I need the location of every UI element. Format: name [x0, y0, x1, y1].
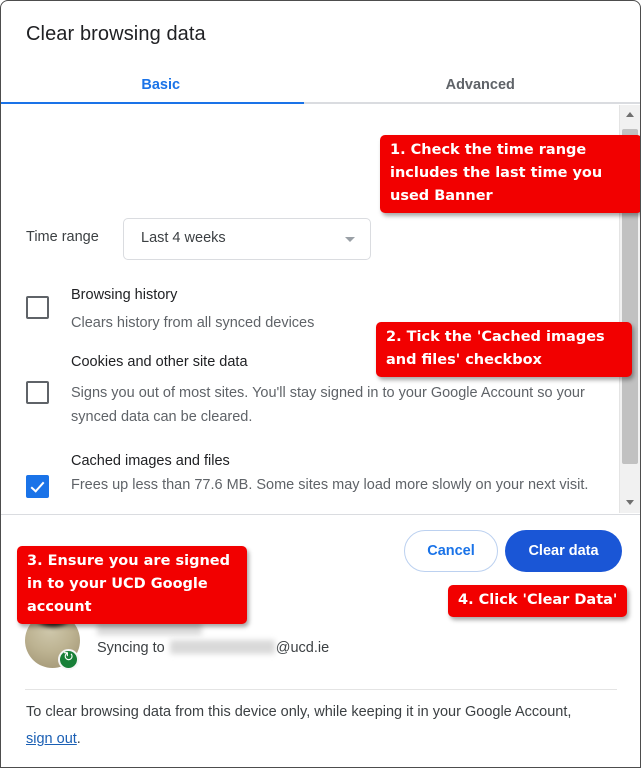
checkbox-cookies[interactable] — [26, 381, 49, 404]
option-title-cookies: Cookies and other site data — [71, 354, 248, 370]
triangle-down-icon — [626, 500, 634, 505]
annotation-1: 1. Check the time range includes the las… — [380, 135, 640, 213]
sign-out-link[interactable]: sign out — [26, 731, 77, 747]
option-desc-cookies: Signs you out of most sites. You'll stay… — [71, 385, 585, 425]
tab-underline — [1, 102, 640, 104]
scroll-down-arrow-icon[interactable] — [620, 493, 640, 513]
sync-status-text: Syncing to @ucd.ie — [97, 640, 329, 656]
footer-text-after: . — [76, 731, 81, 747]
sync-status-icon — [58, 649, 79, 670]
chevron-down-icon — [345, 237, 355, 242]
dialog-title: Clear browsing data — [26, 23, 206, 45]
tab-advanced[interactable]: Advanced — [321, 65, 641, 104]
annotation-3: 3. Ensure you are signed in to your UCD … — [17, 546, 247, 624]
account-email-domain: @ucd.ie — [275, 640, 330, 656]
time-range-value: Last 4 weeks — [141, 230, 226, 246]
annotation-2: 2. Tick the 'Cached images and files' ch… — [376, 322, 632, 377]
checkbox-browsing-history[interactable] — [26, 296, 49, 319]
time-range-select[interactable]: Last 4 weeks — [123, 218, 371, 260]
footer-text-before: To clear browsing data from this device … — [26, 704, 572, 720]
clear-data-button[interactable]: Clear data — [505, 530, 622, 572]
sync-prefix-text: Syncing to — [97, 640, 169, 656]
scroll-up-arrow-icon[interactable] — [620, 105, 640, 125]
option-desc-cached-images: Frees up less than 77.6 MB. Some sites m… — [71, 477, 589, 493]
tab-basic[interactable]: Basic — [1, 65, 321, 104]
triangle-up-icon — [626, 112, 634, 117]
time-range-label: Time range — [26, 229, 99, 245]
cancel-button[interactable]: Cancel — [404, 530, 498, 572]
option-title-cached-images: Cached images and files — [71, 453, 230, 469]
clear-browsing-data-dialog: Clear browsing data Basic Advanced Time … — [0, 0, 641, 768]
tab-active-indicator — [1, 102, 304, 104]
tab-bar: Basic Advanced — [1, 65, 640, 104]
checkbox-cached-images[interactable] — [26, 475, 49, 498]
action-bar-divider — [1, 514, 640, 515]
annotation-4: 4. Click 'Clear Data' — [448, 585, 628, 617]
option-title-browsing-history: Browsing history — [71, 287, 178, 303]
footer-divider — [25, 689, 617, 690]
account-email-redacted — [169, 640, 275, 654]
footer-note: To clear browsing data from this device … — [26, 699, 596, 753]
